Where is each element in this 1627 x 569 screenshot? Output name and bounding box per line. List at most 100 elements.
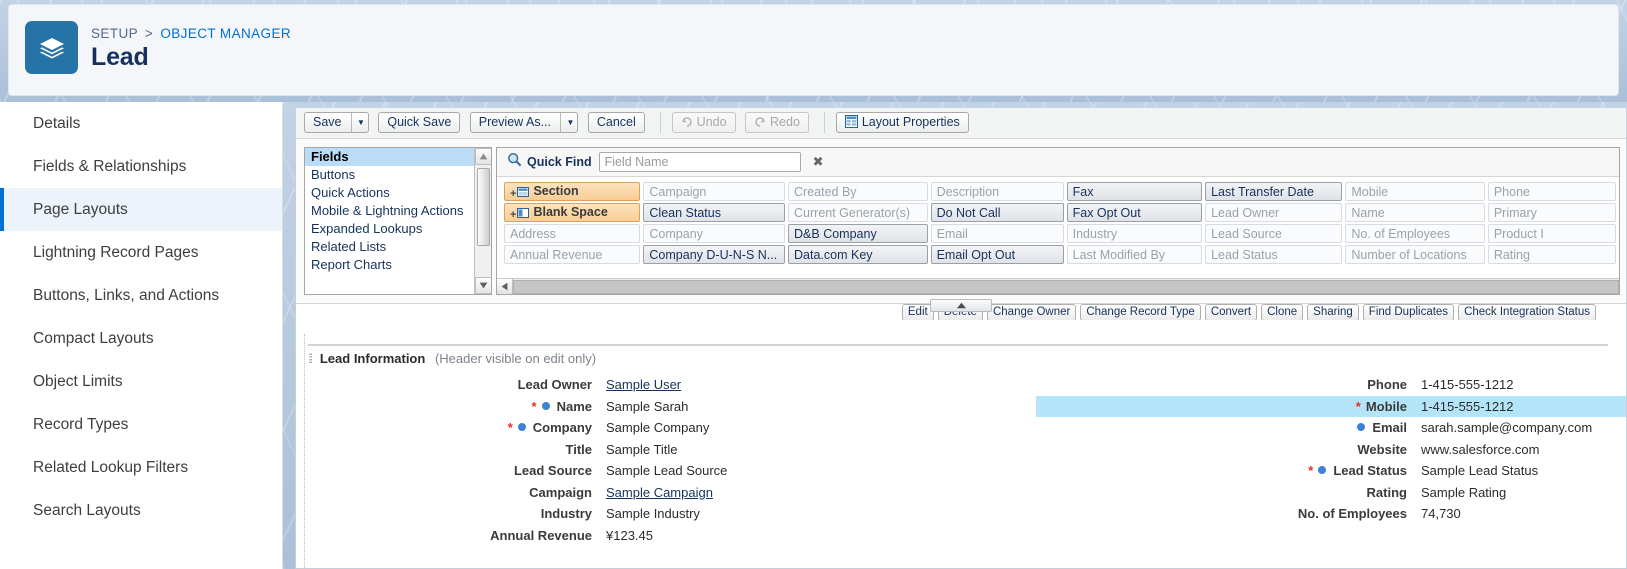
palette-field-last-modified-by[interactable]: Last Modified By [1066,245,1203,264]
field-value[interactable]: Sample Campaign [606,485,713,500]
sidebar-item-related-lookup-filters[interactable]: Related Lookup Filters [0,446,282,489]
layout-field-row[interactable]: * Mobile 1-415-555-1212 [1036,395,1626,417]
undo-button[interactable]: Undo [671,112,736,133]
palette-category-buttons[interactable]: Buttons [305,166,474,184]
detail-button-find-duplicates[interactable]: Find Duplicates [1362,304,1455,320]
detail-button-change-record-type[interactable]: Change Record Type [1080,304,1201,320]
scrollbar-thumb[interactable] [513,279,1619,294]
palette-field-email-opt-out[interactable]: Email Opt Out [930,245,1064,264]
section-header[interactable]: ⁞⁞ Lead Information (Header visible on e… [308,351,596,366]
redo-button[interactable]: Redo [745,112,809,133]
sidebar-item-buttons-links-and-actions[interactable]: Buttons, Links, and Actions [0,274,282,317]
layout-field-row[interactable]: * Lead Status Sample Lead Status [1036,460,1626,482]
sidebar-item-fields-relationships[interactable]: Fields & Relationships [0,145,282,188]
sidebar-item-details[interactable]: Details [0,102,282,145]
palette-category-fields[interactable]: Fields [305,148,474,166]
palette-field-section[interactable]: + Section [504,182,641,201]
layout-field-row[interactable]: Website www.salesforce.com [1036,439,1626,461]
detail-button-edit[interactable]: Edit [901,304,934,320]
detail-button-change-owner[interactable]: Change Owner [986,304,1077,320]
detail-button-check-integration-status[interactable]: Check Integration Status [1458,304,1596,320]
palette-field-lead-source[interactable]: Lead Source [1205,224,1343,243]
scroll-up-icon[interactable] [475,148,491,165]
palette-field-name[interactable]: Name [1345,203,1485,222]
palette-field-mobile[interactable]: Mobile [1345,182,1485,201]
palette-field-no-of-employees[interactable]: No. of Employees [1345,224,1485,243]
chevron-down-icon[interactable]: ▼ [560,113,574,132]
palette-field-clean-status[interactable]: Clean Status [643,203,786,222]
palette-field-product-i[interactable]: Product I [1487,224,1616,243]
palette-field-last-transfer-date[interactable]: Last Transfer Date [1205,182,1343,201]
field-grid-hscrollbar[interactable] [497,278,1619,294]
save-button[interactable]: Save ▼ [304,112,369,133]
palette-category-mobile-lightning-actions[interactable]: Mobile & Lightning Actions [305,202,474,220]
palette-category-expanded-lookups[interactable]: Expanded Lookups [305,220,474,238]
sidebar-item-record-types[interactable]: Record Types [0,403,282,446]
cancel-button[interactable]: Cancel [587,112,645,133]
layout-field-row[interactable]: Industry Sample Industry [316,503,956,525]
breadcrumb-setup[interactable]: SETUP [91,26,138,41]
palette-field-created-by[interactable]: Created By [788,182,928,201]
field-value[interactable]: Sample User [606,377,681,392]
layout-field-row[interactable]: Rating Sample Rating [1036,482,1626,504]
object-header-card: SETUP > OBJECT MANAGER Lead [8,4,1619,96]
sidebar-item-search-layouts[interactable]: Search Layouts [0,489,282,532]
palette-field-rating[interactable]: Rating [1487,245,1616,264]
palette-field-industry[interactable]: Industry [1066,224,1203,243]
palette-field-campaign[interactable]: Campaign [643,182,786,201]
sidebar-item-lightning-record-pages[interactable]: Lightning Record Pages [0,231,282,274]
chevron-down-icon[interactable]: ▼ [350,113,365,132]
palette-field-fax[interactable]: Fax [1066,182,1203,201]
layout-field-row[interactable]: Phone 1-415-555-1212 [1036,374,1626,396]
quick-find-input[interactable] [598,152,801,172]
palette-field-current-generator-s[interactable]: Current Generator(s) [788,203,928,222]
layout-field-row[interactable]: Lead Owner Sample User [316,374,956,396]
editor-toolbar: Save ▼ Quick Save Preview As... ▼ Cancel… [296,108,1626,139]
close-icon[interactable]: ✖ [811,154,826,170]
sidebar-item-page-layouts[interactable]: Page Layouts [0,188,282,231]
palette-field-d-b-company[interactable]: D&B Company [788,224,928,243]
palette-field-number-of-locations[interactable]: Number of Locations [1345,245,1485,264]
layout-properties-button[interactable]: Layout Properties [835,112,969,133]
palette-category-quick-actions[interactable]: Quick Actions [305,184,474,202]
palette-resize-grip[interactable] [930,299,992,312]
palette-field-address[interactable]: Address [504,224,641,243]
palette-field-fax-opt-out[interactable]: Fax Opt Out [1066,203,1203,222]
layout-field-row[interactable]: Annual Revenue ¥123.45 [316,525,956,547]
sidebar-item-compact-layouts[interactable]: Compact Layouts [0,317,282,360]
scroll-down-icon[interactable] [475,277,491,294]
quick-save-button[interactable]: Quick Save [378,112,461,133]
layout-field-row[interactable]: Email sarah.sample@company.com [1036,417,1626,439]
palette-category-related-lists[interactable]: Related Lists [305,238,474,256]
scroll-left-icon[interactable] [497,279,513,294]
palette-field-data-com-key[interactable]: Data.com Key [788,245,928,264]
palette-field-blank-space[interactable]: + Blank Space [504,203,641,222]
palette-field-primary[interactable]: Primary [1487,203,1616,222]
layout-field-row[interactable]: No. of Employees 74,730 [1036,503,1626,525]
field-palette-row: + Section Campaign Created By Description Fax… [504,182,1616,201]
detail-button-clone[interactable]: Clone [1261,304,1304,320]
breadcrumb-object-manager[interactable]: OBJECT MANAGER [160,26,291,41]
palette-field-company-d-u-n-s-n[interactable]: Company D-U-N-S N... [643,245,786,264]
palette-field-annual-revenue[interactable]: Annual Revenue [504,245,641,264]
drag-handle-icon[interactable]: ⁞⁞ [308,351,313,366]
palette-field-email[interactable]: Email [930,224,1064,243]
detail-button-sharing[interactable]: Sharing [1307,304,1359,320]
layout-field-row[interactable]: Title Sample Title [316,439,956,461]
palette-category-report-charts[interactable]: Report Charts [305,256,474,274]
layout-field-row[interactable]: * Company Sample Company [316,417,956,439]
palette-field-description[interactable]: Description [930,182,1064,201]
layout-field-row[interactable]: Lead Source Sample Lead Source [316,460,956,482]
palette-field-phone[interactable]: Phone [1487,182,1616,201]
palette-category-scrollbar[interactable] [474,148,491,294]
preview-as-button[interactable]: Preview As... ▼ [469,112,579,133]
scrollbar-thumb[interactable] [477,168,490,246]
layout-field-row[interactable]: * Name Sample Sarah [316,396,956,418]
palette-field-company[interactable]: Company [643,224,786,243]
palette-field-do-not-call[interactable]: Do Not Call [930,203,1064,222]
layout-field-row[interactable]: Campaign Sample Campaign [316,482,956,504]
palette-field-lead-owner[interactable]: Lead Owner [1205,203,1343,222]
sidebar-item-object-limits[interactable]: Object Limits [0,360,282,403]
detail-button-convert[interactable]: Convert [1204,304,1258,320]
palette-field-lead-status[interactable]: Lead Status [1205,245,1343,264]
